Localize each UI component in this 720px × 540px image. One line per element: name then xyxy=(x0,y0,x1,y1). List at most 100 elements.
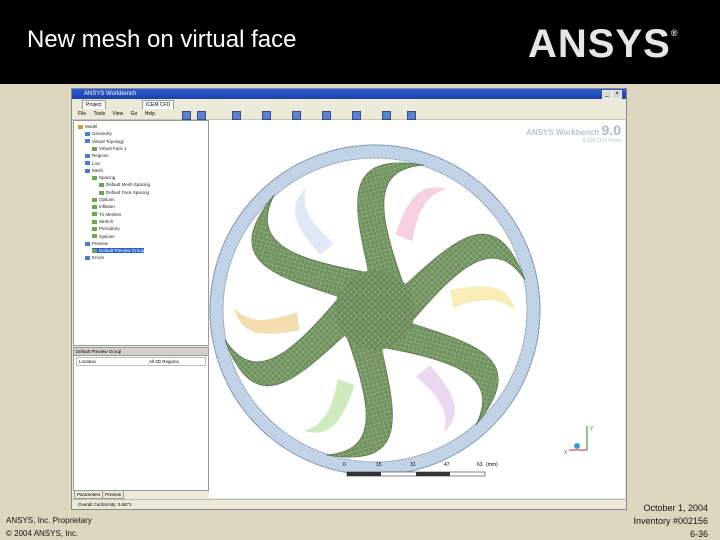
tree-item-label: Loci xyxy=(92,160,101,166)
toolbar-icon[interactable] xyxy=(232,111,241,120)
tree-item-label: Default Face Spacing xyxy=(106,189,150,195)
tree-item[interactable]: Options xyxy=(92,197,115,202)
tree-item-label: Virtual Face 1 xyxy=(99,145,127,151)
tree-item-label: Errors xyxy=(92,255,105,261)
tree-item[interactable]: Loci xyxy=(85,161,100,166)
footer-date: October 1, 2004 xyxy=(643,503,708,513)
tree-item-label: Options xyxy=(99,233,115,239)
tree-item-label: Regions xyxy=(92,153,109,159)
tree-node-icon xyxy=(85,256,90,261)
tree-item[interactable]: Regions xyxy=(85,153,109,158)
menu-view[interactable]: View xyxy=(113,111,124,117)
scale-bar xyxy=(346,471,486,477)
tree-node-icon xyxy=(92,227,97,231)
tree-node-icon xyxy=(92,212,97,217)
ansys-logo: ANSYS® xyxy=(528,22,679,66)
tree-node-icon xyxy=(99,183,104,188)
tree-item[interactable]: Inflation xyxy=(92,204,115,209)
tree-node-icon xyxy=(92,197,97,202)
window-titlebar: ANSYS Workbench _ × xyxy=(72,89,626,99)
tree-item[interactable]: Mesh xyxy=(85,168,103,173)
tree-item[interactable]: Spacing xyxy=(92,175,115,180)
menu-bar: File Tools View Go Help xyxy=(72,109,626,120)
tree-item-label: Tri Meshes xyxy=(99,211,122,217)
tree-node-icon xyxy=(92,146,97,151)
axis-triad xyxy=(569,426,588,451)
tree-item[interactable]: Tri Meshes xyxy=(92,212,121,217)
tree-item[interactable]: Model xyxy=(78,124,97,129)
tree-node-icon xyxy=(92,175,97,180)
toolbar-icon[interactable] xyxy=(382,111,391,120)
footer-copyright: © 2004 ANSYS, Inc. xyxy=(6,529,79,538)
footer-page: 6-36 xyxy=(689,529,708,539)
tree-item-label: Stretch xyxy=(99,218,114,224)
details-row-label: Location xyxy=(79,359,97,364)
tree-node-icon xyxy=(85,154,90,158)
help-icon[interactable] xyxy=(407,111,416,120)
tree-item-label: Preview xyxy=(92,240,109,246)
tree-item-label: Default Mesh Spacing xyxy=(106,182,151,188)
tree-node-icon xyxy=(99,190,104,195)
tab-preview[interactable]: Preview xyxy=(102,490,125,499)
slide-title: New mesh on virtual face xyxy=(27,26,297,53)
impeller-mesh-model xyxy=(209,144,588,477)
details-row[interactable]: Location All 2D Regions xyxy=(76,357,206,366)
tree-node-icon xyxy=(92,219,97,224)
tree-node-icon xyxy=(85,241,90,246)
tree-item[interactable]: Geometry xyxy=(85,131,112,136)
tree-node-icon xyxy=(85,168,90,173)
tree-item-label: Model xyxy=(85,124,98,129)
window-title: ANSYS Workbench xyxy=(84,91,137,97)
graphics-viewport[interactable]: ANSYS Workbench 9.0 ICEM CFD Prism 0 15 … xyxy=(209,120,625,498)
tree-item-label: Geometry xyxy=(92,131,112,137)
tree-node-icon xyxy=(85,161,90,166)
toolbar-icon[interactable] xyxy=(182,111,191,120)
tree-item-label: Default Preview Group xyxy=(99,248,145,254)
details-row-value: All 2D Regions xyxy=(149,359,179,364)
toolbar-icon[interactable] xyxy=(197,111,206,120)
tree-item[interactable]: Stretch xyxy=(92,219,113,224)
axis-label-x: X xyxy=(564,450,568,456)
status-bar: Overall Conformity: 0.6871 xyxy=(72,499,626,509)
tree-item[interactable]: Virtual Face 1 xyxy=(92,146,127,151)
slide-header: New mesh on virtual face ANSYS® xyxy=(0,0,720,84)
minimize-button[interactable]: _ xyxy=(602,90,612,99)
toolbar-icon[interactable] xyxy=(262,111,271,120)
tree-node-icon xyxy=(85,132,90,137)
toolbar-icon[interactable] xyxy=(352,111,361,120)
axis-label-y: Y xyxy=(590,426,594,432)
toolbar-icon[interactable] xyxy=(322,111,331,120)
tree-item-label: Inflation xyxy=(99,204,115,210)
footer-inventory: Inventory #002156 xyxy=(633,516,708,526)
tree-node-icon xyxy=(92,234,97,239)
tree-node-icon xyxy=(92,248,97,253)
close-button[interactable]: × xyxy=(612,90,622,99)
details-header: Default Preview Group xyxy=(74,348,208,356)
tree-item-label: Periodicity xyxy=(99,226,120,232)
tree-item[interactable]: Default Mesh Spacing xyxy=(99,182,150,187)
details-panel: Default Preview Group Location All 2D Re… xyxy=(73,347,209,491)
tree-item-label: Spacing xyxy=(99,175,116,181)
tree-node-icon xyxy=(85,139,90,144)
tree-item-label: Options xyxy=(99,197,115,202)
tree-item-label: Mesh xyxy=(92,167,104,173)
tab-parameters[interactable]: Parameters xyxy=(74,490,104,499)
menu-file[interactable]: File xyxy=(78,111,86,117)
tree-item[interactable]: Preview xyxy=(85,241,108,246)
workbench-window: ANSYS Workbench _ × Project ICEM CFD Fil… xyxy=(71,88,627,510)
tree-node-icon xyxy=(92,205,97,210)
outline-tree: Model Geometry Virtual Topology Virtual Fac… xyxy=(73,120,209,346)
tree-item[interactable]: Errors xyxy=(85,255,104,260)
tree-item-label: Virtual Topology xyxy=(92,138,124,144)
menu-tools[interactable]: Tools xyxy=(93,111,105,117)
menu-go[interactable]: Go xyxy=(131,111,138,117)
menu-help[interactable]: Help xyxy=(145,111,155,117)
footer-proprietary: ANSYS, Inc. Proprietary xyxy=(6,516,92,525)
tree-node-icon xyxy=(78,124,83,129)
tree-item[interactable]: Default Face Spacing xyxy=(99,190,149,195)
toolbar-icon[interactable] xyxy=(292,111,301,120)
tree-item[interactable]: Periodicity xyxy=(92,226,120,231)
tree-item[interactable]: Virtual Topology xyxy=(85,139,124,144)
tree-item[interactable]: Options xyxy=(92,234,115,239)
tree-item[interactable]: Default Preview Group xyxy=(92,248,145,254)
